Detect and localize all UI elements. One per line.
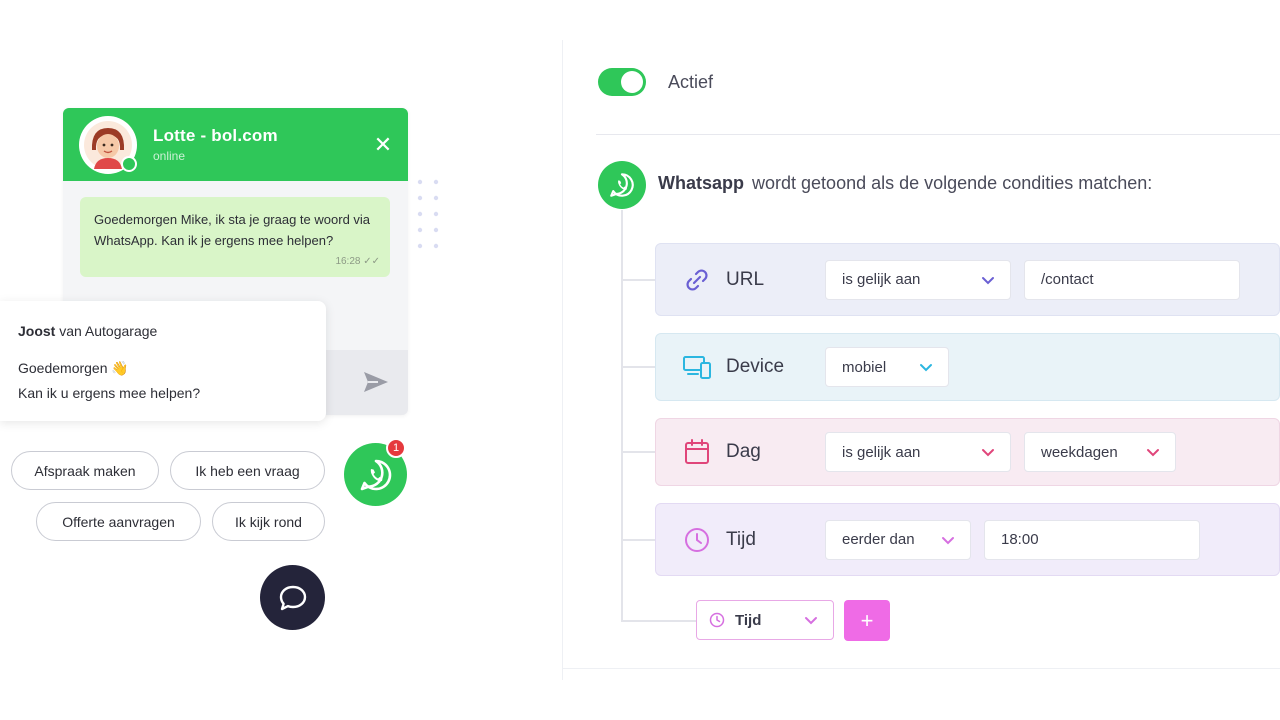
whatsapp-icon [610, 173, 634, 197]
tree-line [621, 210, 623, 622]
url-value-input[interactable]: /contact [1024, 259, 1240, 300]
add-condition-button[interactable]: + [844, 600, 890, 641]
operator-value: is gelijk aan [842, 271, 921, 288]
chevron-down-icon [805, 617, 817, 625]
online-badge-icon [121, 155, 137, 172]
operator-select-tijd[interactable]: eerder dan [825, 519, 971, 560]
condition-title: Whatsapp wordt getoond als de volgende co… [658, 173, 1152, 194]
message-time: 16:28 ✓✓ [335, 256, 380, 267]
condition-row-device: Device mobiel [655, 333, 1280, 401]
chevron-down-icon [920, 364, 932, 372]
device-select[interactable]: mobiel [825, 347, 949, 387]
toggle-knob [621, 71, 643, 93]
calendar-icon [682, 437, 712, 467]
active-toggle[interactable] [598, 68, 646, 96]
panel-bottom-border [562, 668, 1280, 669]
chevron-down-icon [1147, 449, 1159, 457]
send-icon[interactable] [362, 370, 390, 394]
chevron-down-icon [942, 536, 954, 544]
input-value: /contact [1041, 271, 1094, 288]
whatsapp-icon [360, 459, 391, 490]
greeting-card[interactable]: Joost van Autogarage Goedemorgen 👋 Kan i… [0, 301, 326, 421]
quick-reply-afspraak[interactable]: Afspraak maken [11, 451, 159, 490]
condition-label-url: URL [726, 268, 765, 290]
sender-company: van Autogarage [55, 323, 158, 339]
avatar [79, 115, 137, 174]
quick-reply-offerte[interactable]: Offerte aanvragen [36, 502, 201, 541]
chat-bubble-icon [279, 585, 306, 610]
new-condition-label: Tijd [735, 611, 762, 629]
tree-branch [621, 279, 657, 281]
select-value: weekdagen [1041, 443, 1118, 461]
time-value-input[interactable]: 18:00 [984, 519, 1200, 560]
operator-select-url[interactable]: is gelijk aan [825, 259, 1011, 300]
operator-value: is gelijk aan [842, 443, 921, 461]
agent-status: online [153, 149, 186, 163]
tree-branch [621, 620, 697, 622]
devices-icon [682, 352, 712, 382]
dot-pattern-decoration [417, 179, 439, 249]
panel-border [562, 40, 563, 680]
day-select[interactable]: weekdagen [1024, 432, 1176, 472]
chevron-down-icon [982, 276, 994, 284]
condition-label-device: Device [726, 356, 785, 377]
tree-branch [621, 366, 657, 368]
clock-icon [682, 525, 712, 555]
condition-row-tijd: Tijd eerder dan 18:00 [655, 503, 1280, 576]
quick-reply-rond[interactable]: Ik kijk rond [212, 502, 325, 541]
chat-message-text: Goedemorgen Mike, ik sta je graag te woo… [94, 212, 371, 248]
chat-header: Lotte - bol.com online ✕ [63, 108, 408, 181]
sender-name: Joost [18, 323, 56, 339]
condition-label-tijd: Tijd [726, 528, 756, 550]
close-icon[interactable]: ✕ [372, 134, 394, 156]
clock-icon [709, 612, 725, 628]
condition-label-dag: Dag [726, 441, 761, 462]
condition-row-url: URL is gelijk aan /contact [655, 243, 1280, 316]
quick-reply-vraag[interactable]: Ik heb een vraag [170, 451, 325, 490]
greeting-sender: Joost van Autogarage [18, 323, 308, 339]
tree-branch [621, 539, 657, 541]
agent-name: Lotte - bol.com [153, 126, 278, 145]
toggle-label: Actief [668, 72, 714, 92]
input-value: 18:00 [1001, 531, 1039, 548]
channel-name: Whatsapp [658, 173, 745, 193]
operator-select-dag[interactable]: is gelijk aan [825, 432, 1011, 472]
condition-description: wordt getoond als de volgende condities … [752, 173, 1153, 193]
chat-message-bubble: Goedemorgen Mike, ik sta je graag te woo… [80, 197, 390, 277]
tree-branch [621, 451, 657, 453]
select-value: mobiel [842, 358, 887, 376]
new-condition-select[interactable]: Tijd [696, 600, 834, 640]
condition-row-dag: Dag is gelijk aan weekdagen [655, 418, 1280, 486]
operator-value: eerder dan [842, 531, 915, 548]
chat-launcher-button[interactable] [260, 565, 325, 630]
divider [596, 134, 1280, 135]
greeting-line-1: Goedemorgen 👋 [18, 360, 129, 376]
whatsapp-channel-icon [598, 161, 646, 209]
chevron-down-icon [982, 449, 994, 457]
link-icon [682, 265, 712, 295]
greeting-line-2: Kan ik u ergens mee helpen? [18, 385, 201, 401]
notification-badge: 1 [386, 438, 406, 458]
